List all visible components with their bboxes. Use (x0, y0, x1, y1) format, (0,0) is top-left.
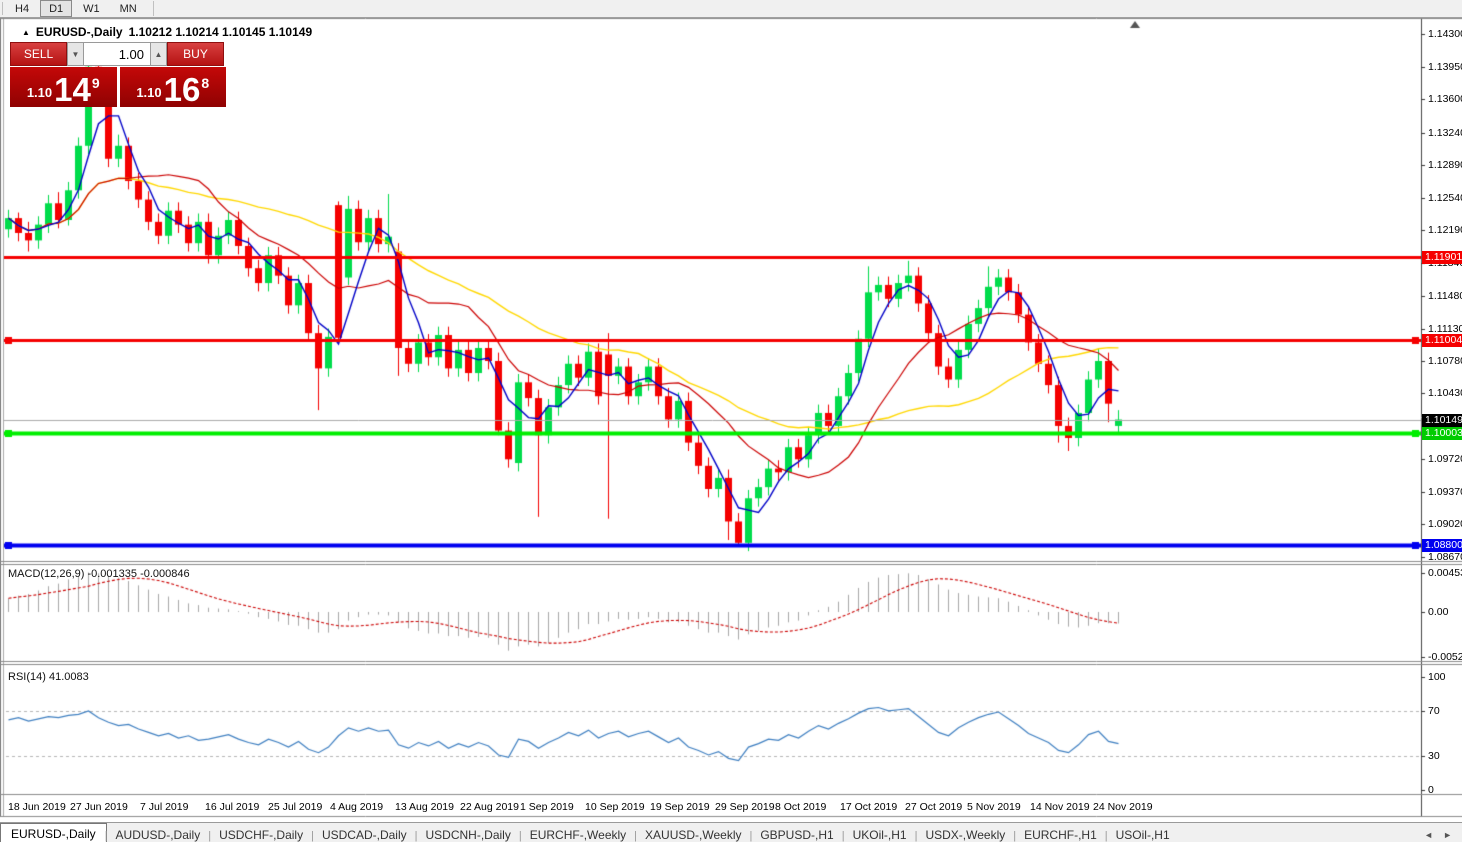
bid-big-digits: 14 (54, 76, 91, 104)
toolbar-separator (2, 2, 3, 15)
rsi-tick-label: 70 (1428, 705, 1440, 717)
price-tick-label: 1.10780 (1428, 355, 1462, 367)
symbol-period-label: EURUSD-,Daily (36, 25, 123, 39)
price-tick-label: 1.13600 (1428, 93, 1462, 105)
mt4-window: H4 D1 W1 MN ▲ EURUSD-,Daily 1.10212 1.10… (0, 0, 1462, 842)
chart-tab-usdchf-daily[interactable]: USDCHF-,Daily (209, 826, 313, 842)
price-badge: 1.08800 (1422, 539, 1462, 552)
date-tick-label: 22 Aug 2019 (460, 801, 519, 813)
bid-pipette: 9 (92, 70, 100, 90)
volume-decrease-button[interactable]: ▼ (67, 42, 84, 66)
date-tick-label: 16 Jul 2019 (205, 801, 259, 813)
chart-tab-eurchf-weekly[interactable]: EURCHF-,Weekly (520, 826, 636, 842)
sell-button[interactable]: SELL (10, 42, 67, 66)
sell-price-box[interactable]: 1.10 14 9 (10, 67, 117, 107)
macd-indicator-label: MACD(12,26,9) -0.001335 -0.000846 (8, 568, 190, 580)
timeframe-button-h4[interactable]: H4 (6, 0, 38, 17)
volume-input[interactable] (84, 42, 150, 66)
tab-scroll-left-icon[interactable]: ◄ (1424, 830, 1433, 840)
date-tick-label: 18 Jun 2019 (8, 801, 66, 813)
price-tick-label: 1.13950 (1428, 61, 1462, 73)
chart-tab-eurchf-h1[interactable]: EURCHF-,H1 (1014, 826, 1107, 842)
chart-tab-xauusd-weekly[interactable]: XAUUSD-,Weekly (635, 826, 751, 842)
timeframe-toolbar: H4 D1 W1 MN (0, 0, 1462, 18)
rsi-tick-label: 30 (1428, 750, 1440, 762)
chart-tab-usoil-h1[interactable]: USOil-,H1 (1106, 826, 1180, 842)
chart-tab-ukoil-h1[interactable]: UKOil-,H1 (843, 826, 917, 842)
price-tick-label: 1.09370 (1428, 486, 1462, 498)
buy-price-box[interactable]: 1.10 16 8 (120, 67, 227, 107)
toolbar-separator (153, 1, 154, 16)
price-badge: 1.11004 (1422, 334, 1462, 347)
date-tick-label: 29 Sep 2019 (715, 801, 775, 813)
date-tick-label: 7 Jul 2019 (140, 801, 188, 813)
date-tick-label: 8 Oct 2019 (775, 801, 826, 813)
price-tick-label: 1.14300 (1428, 28, 1462, 40)
chart-title: ▲ EURUSD-,Daily 1.10212 1.10214 1.10145 … (22, 25, 312, 39)
ohlc-values: 1.10212 1.10214 1.10145 1.10149 (129, 25, 313, 39)
price-tick-label: 1.13240 (1428, 127, 1462, 139)
price-tick-label: 1.08670 (1428, 551, 1462, 563)
collapse-triangle-icon[interactable]: ▲ (22, 28, 30, 37)
volume-increase-button[interactable]: ▲ (150, 42, 167, 66)
price-badge: 1.10003 (1422, 427, 1462, 440)
one-click-trading-panel: SELL ▼ ▲ BUY 1.10 14 9 1.10 16 8 (10, 42, 226, 107)
price-tick-label: 1.12190 (1428, 224, 1462, 236)
chart-tab-usdcnh-daily[interactable]: USDCNH-,Daily (416, 826, 521, 842)
date-tick-label: 10 Sep 2019 (585, 801, 645, 813)
macd-tick-label: 0.004536 (1428, 567, 1462, 579)
rsi-tick-label: 0 (1428, 784, 1434, 796)
date-tick-label: 17 Oct 2019 (840, 801, 897, 813)
chart-tab-usdcad-daily[interactable]: USDCAD-,Daily (312, 826, 417, 842)
price-tick-label: 1.12540 (1428, 192, 1462, 204)
price-chart-canvas[interactable] (0, 0, 1462, 842)
chart-tab-eurusd-daily[interactable]: EURUSD-,Daily (0, 823, 107, 842)
chart-tab-gbpusd-h1[interactable]: GBPUSD-,H1 (750, 826, 843, 842)
price-tick-label: 1.12890 (1428, 159, 1462, 171)
date-tick-label: 27 Jun 2019 (70, 801, 128, 813)
price-tick-label: 1.10430 (1428, 387, 1462, 399)
chart-tab-usdx-weekly[interactable]: USDX-,Weekly (915, 826, 1015, 842)
chart-tab-audusd-daily[interactable]: AUDUSD-,Daily (106, 826, 211, 842)
date-tick-label: 19 Sep 2019 (650, 801, 710, 813)
date-tick-label: 5 Nov 2019 (967, 801, 1021, 813)
timeframe-button-d1[interactable]: D1 (40, 0, 72, 17)
date-tick-label: 13 Aug 2019 (395, 801, 454, 813)
date-tick-label: 27 Oct 2019 (905, 801, 962, 813)
tab-scroll-arrows: ◄ ► (1424, 830, 1462, 842)
rsi-tick-label: 100 (1428, 671, 1446, 683)
chart-tab-bar: EURUSD-,Daily|AUDUSD-,Daily|USDCHF-,Dail… (0, 822, 1462, 842)
bid-prefix: 1.10 (27, 86, 52, 99)
price-tick-label: 1.09720 (1428, 453, 1462, 465)
buy-button[interactable]: BUY (167, 42, 224, 66)
tab-scroll-right-icon[interactable]: ► (1443, 830, 1452, 840)
date-tick-label: 25 Jul 2019 (268, 801, 322, 813)
price-tick-label: 1.09020 (1428, 518, 1462, 530)
date-tick-label: 14 Nov 2019 (1030, 801, 1090, 813)
macd-tick-label: 0.00 (1428, 606, 1448, 618)
ask-prefix: 1.10 (136, 86, 161, 99)
timeframe-button-w1[interactable]: W1 (74, 0, 109, 17)
rsi-indicator-label: RSI(14) 41.0083 (8, 671, 89, 683)
date-tick-label: 4 Aug 2019 (330, 801, 383, 813)
ask-big-digits: 16 (164, 76, 201, 104)
date-tick-label: 24 Nov 2019 (1093, 801, 1153, 813)
ask-pipette: 8 (201, 70, 209, 90)
price-badge: 1.10149 (1422, 414, 1462, 427)
macd-tick-label: -0.005205 (1428, 651, 1462, 663)
price-tick-label: 1.11480 (1428, 290, 1462, 302)
price-badge: 1.11901 (1422, 251, 1462, 264)
date-tick-label: 1 Sep 2019 (520, 801, 574, 813)
timeframe-button-mn[interactable]: MN (111, 0, 146, 17)
